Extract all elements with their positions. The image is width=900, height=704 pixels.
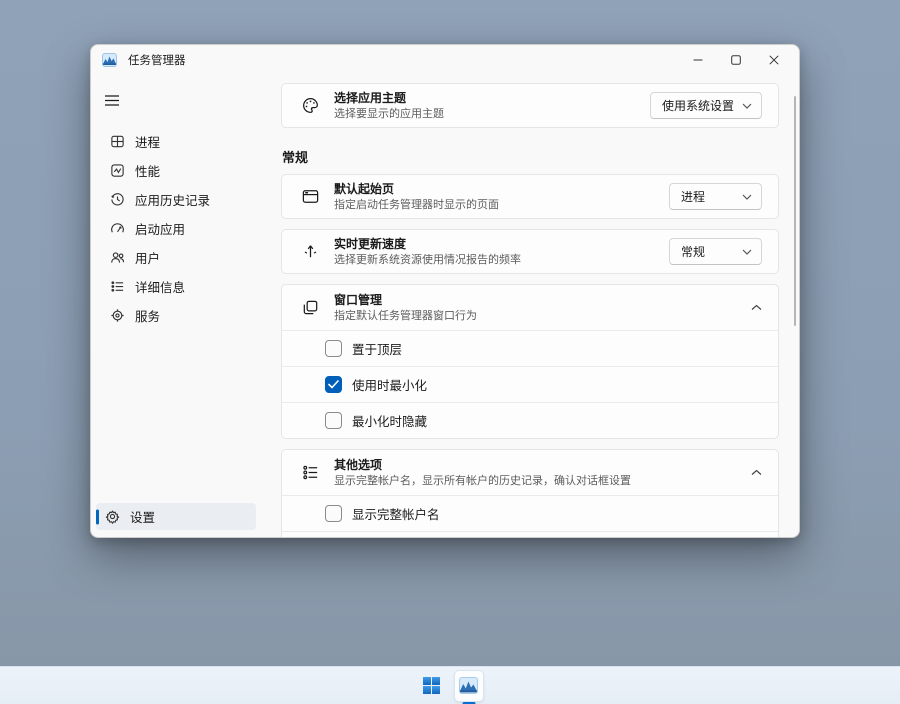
services-icon bbox=[109, 308, 125, 324]
theme-card-title: 选择应用主题 bbox=[334, 91, 650, 106]
sidebar-item-users[interactable]: 用户 bbox=[96, 243, 256, 272]
taskbar bbox=[0, 666, 900, 704]
sidebar-item-label: 性能 bbox=[135, 161, 160, 180]
option-row-full-account-name[interactable]: 显示完整帐户名 bbox=[282, 495, 778, 531]
section-header-general: 常规 bbox=[282, 147, 779, 166]
windows-logo-icon bbox=[423, 677, 440, 694]
users-icon bbox=[109, 250, 125, 266]
update-speed-card-subtitle: 选择更新系统资源使用情况报告的频率 bbox=[334, 253, 669, 267]
sidebar-item-details[interactable]: 详细信息 bbox=[96, 272, 256, 301]
start-page-dropdown[interactable]: 进程 bbox=[669, 183, 762, 210]
option-label: 使用时最小化 bbox=[352, 375, 427, 394]
start-page-card-subtitle: 指定启动任务管理器时显示的页面 bbox=[334, 198, 669, 212]
sidebar-item-app-history[interactable]: 应用历史记录 bbox=[96, 185, 256, 214]
sidebar-item-label: 详细信息 bbox=[135, 277, 185, 296]
chevron-up-icon[interactable] bbox=[751, 469, 762, 476]
chevron-down-icon bbox=[742, 103, 752, 109]
sidebar-item-label: 设置 bbox=[130, 507, 155, 526]
option-label: 显示完整帐户名 bbox=[352, 504, 440, 523]
theme-card: 选择应用主题 选择要显示的应用主题 使用系统设置 bbox=[281, 83, 779, 128]
processes-icon bbox=[109, 134, 125, 150]
start-page-card: 默认起始页 指定启动任务管理器时显示的页面 进程 bbox=[281, 174, 779, 219]
start-page-dropdown-value: 进程 bbox=[681, 188, 705, 205]
startup-apps-icon bbox=[109, 221, 125, 237]
task-manager-app-icon bbox=[102, 53, 117, 67]
window-title: 任务管理器 bbox=[128, 52, 186, 68]
update-speed-dropdown[interactable]: 常规 bbox=[669, 238, 762, 265]
gear-icon bbox=[104, 509, 120, 525]
performance-icon bbox=[109, 163, 125, 179]
sidebar: 进程 性能 应用历史记录 bbox=[91, 75, 261, 537]
chevron-down-icon bbox=[742, 249, 752, 255]
sidebar-item-performance[interactable]: 性能 bbox=[96, 156, 256, 185]
options-list-icon bbox=[301, 463, 323, 482]
option-label: 置于顶层 bbox=[352, 339, 402, 358]
theme-dropdown-value: 使用系统设置 bbox=[662, 97, 734, 114]
window-management-card: 窗口管理 指定默认任务管理器窗口行为 置于顶层 bbox=[281, 284, 779, 439]
sidebar-item-label: 服务 bbox=[135, 306, 160, 325]
sidebar-item-label: 进程 bbox=[135, 132, 160, 151]
sidebar-nav: 进程 性能 应用历史记录 bbox=[91, 127, 261, 330]
option-row-all-accounts-history[interactable]: 显示所有帐户的历史记录 bbox=[282, 531, 778, 538]
chevron-up-icon[interactable] bbox=[751, 304, 762, 311]
sidebar-item-label: 启动应用 bbox=[135, 219, 185, 238]
full-account-name-checkbox[interactable] bbox=[325, 505, 342, 522]
sidebar-item-services[interactable]: 服务 bbox=[96, 301, 256, 330]
titlebar: 任务管理器 bbox=[91, 45, 799, 75]
window-management-title: 窗口管理 bbox=[334, 293, 743, 308]
sidebar-item-settings[interactable]: 设置 bbox=[96, 503, 256, 530]
theme-card-subtitle: 选择要显示的应用主题 bbox=[334, 107, 650, 121]
always-on-top-checkbox[interactable] bbox=[325, 340, 342, 357]
update-speed-dropdown-value: 常规 bbox=[681, 243, 705, 260]
update-speed-card-title: 实时更新速度 bbox=[334, 237, 669, 252]
caption-buttons bbox=[679, 45, 793, 75]
window-management-header[interactable]: 窗口管理 指定默认任务管理器窗口行为 bbox=[282, 285, 778, 330]
sidebar-spacer bbox=[91, 330, 261, 503]
speed-icon bbox=[301, 242, 323, 261]
details-icon bbox=[109, 279, 125, 295]
sidebar-item-label: 应用历史记录 bbox=[135, 190, 210, 209]
settings-content: 选择应用主题 选择要显示的应用主题 使用系统设置 常规 bbox=[261, 75, 799, 537]
chevron-down-icon bbox=[742, 194, 752, 200]
scrollbar[interactable] bbox=[794, 96, 796, 326]
option-row-always-on-top[interactable]: 置于顶层 bbox=[282, 330, 778, 366]
other-options-card: 其他选项 显示完整帐户名，显示所有帐户的历史记录，确认对话框设置 显示完整帐户名 bbox=[281, 449, 779, 538]
start-page-icon bbox=[301, 187, 323, 206]
start-button[interactable] bbox=[417, 670, 447, 702]
maximize-button[interactable] bbox=[717, 45, 755, 75]
hamburger-icon[interactable] bbox=[97, 87, 127, 113]
minimize-button[interactable] bbox=[679, 45, 717, 75]
start-page-card-title: 默认起始页 bbox=[334, 182, 669, 197]
task-manager-icon bbox=[459, 677, 478, 694]
sidebar-item-startup-apps[interactable]: 启动应用 bbox=[96, 214, 256, 243]
minimize-on-use-checkbox[interactable] bbox=[325, 376, 342, 393]
theme-dropdown[interactable]: 使用系统设置 bbox=[650, 92, 762, 119]
hide-when-minimized-checkbox[interactable] bbox=[325, 412, 342, 429]
windows-stack-icon bbox=[301, 298, 323, 317]
palette-icon bbox=[301, 96, 323, 115]
other-options-header[interactable]: 其他选项 显示完整帐户名，显示所有帐户的历史记录，确认对话框设置 bbox=[282, 450, 778, 495]
task-manager-window: 任务管理器 进程 bbox=[90, 44, 800, 538]
taskbar-task-manager-button[interactable] bbox=[454, 670, 484, 702]
app-history-icon bbox=[109, 192, 125, 208]
option-row-minimize-on-use[interactable]: 使用时最小化 bbox=[282, 366, 778, 402]
update-speed-card: 实时更新速度 选择更新系统资源使用情况报告的频率 常规 bbox=[281, 229, 779, 274]
close-button[interactable] bbox=[755, 45, 793, 75]
window-management-subtitle: 指定默认任务管理器窗口行为 bbox=[334, 309, 743, 323]
sidebar-item-label: 用户 bbox=[135, 248, 160, 267]
option-label: 最小化时隐藏 bbox=[352, 411, 427, 430]
other-options-subtitle: 显示完整帐户名，显示所有帐户的历史记录，确认对话框设置 bbox=[334, 474, 743, 488]
other-options-title: 其他选项 bbox=[334, 458, 743, 473]
option-row-hide-when-minimized[interactable]: 最小化时隐藏 bbox=[282, 402, 778, 438]
sidebar-item-processes[interactable]: 进程 bbox=[96, 127, 256, 156]
